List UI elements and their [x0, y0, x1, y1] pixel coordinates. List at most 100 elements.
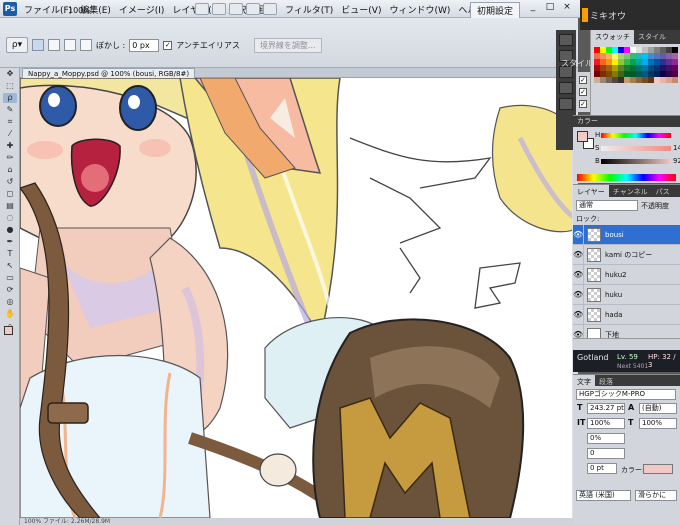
color-spectrum[interactable]	[577, 174, 676, 181]
visibility-eye-icon[interactable]: 👁	[573, 304, 584, 325]
menu-item-2[interactable]: イメージ(I)	[115, 3, 169, 16]
layer-row[interactable]: 👁 hada	[573, 304, 680, 325]
layer-row[interactable]: 👁 bousi	[573, 224, 680, 245]
close-button[interactable]: ×	[560, 2, 574, 14]
color-b-value[interactable]: 92	[673, 157, 680, 165]
layers-tab-2[interactable]: パス	[652, 185, 674, 197]
menu-item-5[interactable]: フィルタ(T)	[281, 3, 337, 16]
stamp-tool-icon[interactable]: ⌂	[3, 165, 17, 175]
zoom-tool-icon[interactable]	[212, 3, 226, 15]
layers-tab-0[interactable]: レイヤー	[573, 185, 609, 197]
swatches-dock-icon[interactable]	[559, 34, 573, 46]
eraser-tool-icon[interactable]: ◻	[3, 189, 17, 199]
swatch-83[interactable]	[672, 77, 678, 83]
language-select[interactable]: 英語 (米国)	[576, 490, 631, 501]
visibility-eye-icon[interactable]: 👁	[573, 224, 584, 245]
history-brush-tool-icon[interactable]: ↺	[3, 177, 17, 187]
color-s-slider[interactable]	[601, 146, 671, 151]
brush-dock-icon[interactable]	[559, 98, 573, 110]
layer-name: huku	[605, 290, 623, 299]
text-color-swatch[interactable]	[643, 464, 673, 474]
rotate-view-icon[interactable]	[229, 3, 243, 15]
color-b-slider[interactable]	[601, 159, 671, 164]
check-2[interactable]: ✓	[579, 88, 587, 96]
3d-camera-tool-icon[interactable]: ◎	[3, 297, 17, 307]
color-s-label: S	[595, 144, 600, 152]
lasso-tool-icon[interactable]: ρ	[3, 93, 17, 103]
3d-rotate-tool-icon[interactable]: ⟳	[3, 285, 17, 295]
font-size-input[interactable]: 243.27 pt	[587, 403, 625, 414]
refine-edge-button[interactable]: 境界線を調整...	[253, 37, 322, 53]
baseline-shift-input[interactable]: 0 pt	[587, 463, 617, 474]
add-selection-icon[interactable]	[48, 39, 60, 51]
layer-row[interactable]: 👁 kami のコピー	[573, 244, 680, 265]
feather-input[interactable]: 0 px	[129, 38, 160, 52]
blend-mode-select[interactable]: 通常	[576, 200, 638, 211]
hand-tool-icon[interactable]: ✋	[3, 309, 17, 319]
actions-dock-icon[interactable]	[559, 82, 573, 94]
swatches-tab-0[interactable]: スウォッチ	[591, 30, 634, 44]
foreground-color-swatch[interactable]	[4, 326, 13, 335]
healing-tool-icon[interactable]: ✚	[3, 141, 17, 151]
check-1[interactable]: ✓	[579, 76, 587, 84]
intersect-selection-icon[interactable]	[80, 39, 92, 51]
check-3[interactable]: ✓	[579, 100, 587, 108]
marquee-tool-icon[interactable]: ⬚	[3, 81, 17, 91]
layer-thumbnail	[587, 247, 601, 262]
swatches-tab-1[interactable]: スタイル	[634, 30, 670, 44]
gradient-tool-icon[interactable]: ▤	[3, 201, 17, 211]
visibility-eye-icon[interactable]: 👁	[573, 284, 584, 305]
subtract-selection-icon[interactable]	[64, 39, 76, 51]
color-h-slider[interactable]	[601, 133, 671, 138]
character-tab-1[interactable]: 段落	[595, 375, 617, 386]
hand-tool-icon[interactable]	[195, 3, 209, 15]
tsume-input[interactable]: 0%	[587, 433, 625, 444]
color-s-value[interactable]: 14	[673, 144, 680, 152]
visibility-eye-icon[interactable]: 👁	[573, 264, 584, 285]
dodge-tool-icon[interactable]: ●	[3, 225, 17, 235]
lasso-preset-icon[interactable]: ρ▾	[6, 37, 28, 53]
artwork	[20, 78, 578, 518]
layer-row[interactable]: 👁 huku2	[573, 264, 680, 285]
blur-tool-icon[interactable]: ◌	[3, 213, 17, 223]
color-fg-swatch[interactable]	[577, 131, 588, 142]
pen-tool-icon[interactable]: ✒	[3, 237, 17, 247]
document-tab[interactable]: Nappy_a_Moppy.psd @ 100% (bousi, RGB/8#)	[22, 68, 196, 78]
options-bar: ρ▾ ぼかし : 0 px ✓ アンチエイリアス 境界線を調整...	[0, 18, 578, 68]
layers-tab-1[interactable]: チャンネル	[609, 185, 652, 197]
eyedropper-tool-icon[interactable]: ⁄	[3, 129, 17, 139]
leading-input[interactable]: (自動)	[639, 403, 677, 414]
layer-thumbnail	[587, 307, 601, 322]
menu-item-7[interactable]: ウィンドウ(W)	[385, 3, 454, 16]
zoom-level[interactable]: 100%	[68, 6, 91, 15]
vertical-scale-input[interactable]: 100%	[587, 418, 625, 429]
quick-select-tool-icon[interactable]: ✎	[3, 105, 17, 115]
photoshop-logo: Ps	[3, 2, 17, 16]
workspace-switcher[interactable]: 初期設定	[470, 2, 521, 19]
layers-panel: レイヤー チャンネル パス 通常 不透明度 ロック: 👁 bousi 👁 kami のコピ…	[573, 184, 680, 350]
move-tool-icon[interactable]: ✥	[3, 69, 17, 79]
maximize-button[interactable]: □	[543, 2, 557, 14]
tracking-input[interactable]: 0	[587, 448, 625, 459]
type-tool-icon[interactable]: T	[3, 249, 17, 259]
arrange-documents-icon[interactable]	[246, 3, 260, 15]
menubar-tools	[195, 3, 277, 15]
document-canvas[interactable]	[20, 78, 578, 518]
character-tab-0[interactable]: 文字	[573, 375, 595, 386]
minimize-button[interactable]: _	[526, 2, 540, 14]
antialias-select[interactable]: 滑らかに	[635, 490, 677, 501]
path-select-tool-icon[interactable]: ↖	[3, 261, 17, 271]
visibility-eye-icon[interactable]: 👁	[573, 244, 584, 265]
brush-tool-icon[interactable]: ✏	[3, 153, 17, 163]
screen-mode-icon[interactable]	[263, 3, 277, 15]
shape-tool-icon[interactable]: ▭	[3, 273, 17, 283]
new-selection-icon[interactable]	[32, 39, 44, 51]
layer-name: hada	[605, 310, 623, 319]
antialias-checkbox[interactable]: ✓	[163, 40, 173, 50]
font-family-select[interactable]: HGPゴシックM-PRO	[576, 389, 676, 400]
layer-row[interactable]: 👁 huku	[573, 284, 680, 305]
crop-tool-icon[interactable]: ⌗	[3, 117, 17, 127]
layers-footer	[573, 338, 680, 350]
horizontal-scale-input[interactable]: 100%	[639, 418, 677, 429]
menu-item-6[interactable]: ビュー(V)	[337, 3, 385, 16]
